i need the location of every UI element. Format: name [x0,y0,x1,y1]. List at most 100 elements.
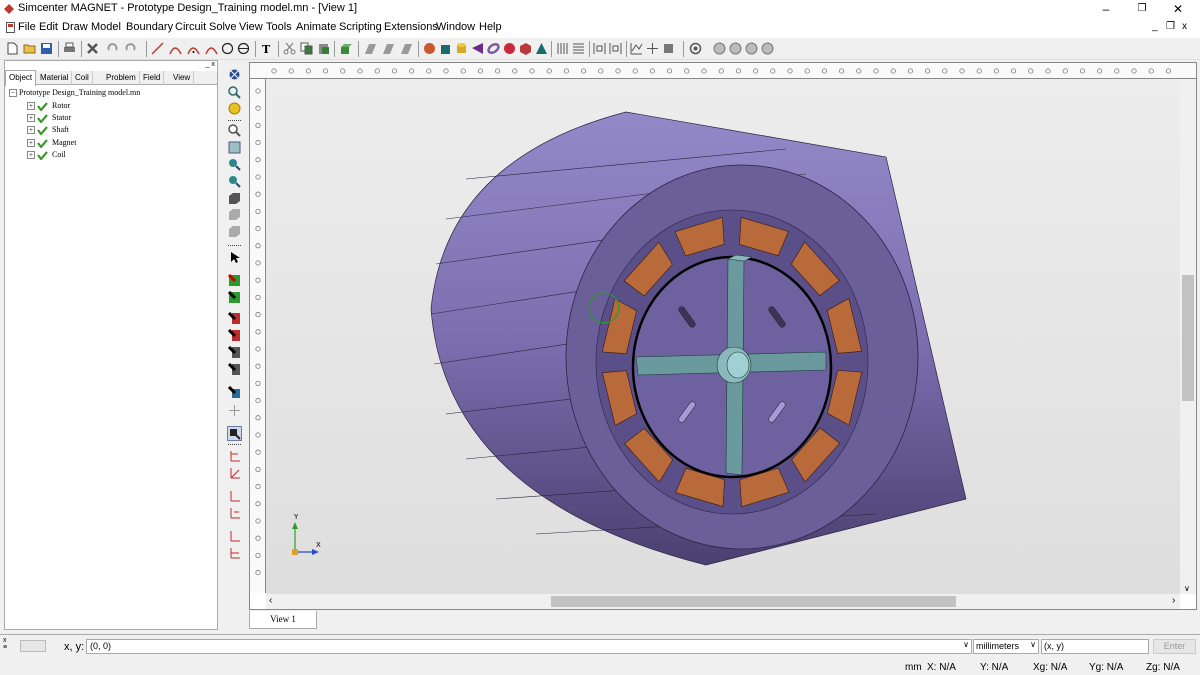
sphere-icon[interactable] [423,42,436,55]
solve-harmonic-icon[interactable] [729,42,742,55]
open-folder-icon[interactable] [23,42,36,55]
axis-reset-icon[interactable] [228,529,241,542]
select-pointer-icon[interactable] [228,251,241,264]
text-tool-icon[interactable]: T [260,42,273,55]
menu-help[interactable]: Help [479,21,502,33]
tab-problem[interactable]: Problem [103,71,140,85]
print-icon[interactable] [63,42,76,55]
zoom-extents-icon[interactable] [228,141,241,154]
scroll-down-icon[interactable]: ∨ [1184,584,1190,593]
draw-arc-icon[interactable] [169,42,182,55]
select-vertex-icon[interactable] [228,346,241,359]
coordinate-dropdown-icon[interactable]: ∨ [963,640,969,649]
menu-window[interactable]: Window [436,21,475,33]
enter-button[interactable]: Enter [1153,639,1196,654]
split-icon[interactable] [646,42,659,55]
expand-icon[interactable]: + [27,139,35,148]
coordinate-format-field[interactable]: (x, y) [1041,639,1149,654]
cube-icon[interactable] [439,42,452,55]
scroll-right-icon[interactable]: › [1172,595,1175,606]
select-body-icon[interactable] [228,291,241,304]
motor-model[interactable]: Y X [266,79,1180,594]
array-icon[interactable] [556,42,569,55]
list-icon[interactable] [572,42,585,55]
torus-icon[interactable] [487,42,500,55]
menu-extensions[interactable]: Extensions [384,21,438,33]
tree-item-magnet[interactable]: + Magnet [27,138,76,150]
view-front-icon[interactable] [228,208,241,221]
new-file-icon[interactable] [6,42,19,55]
undo-icon[interactable] [106,42,119,55]
axis-offset-icon[interactable] [228,506,241,519]
select-face-icon[interactable] [228,312,241,325]
draw-line-icon[interactable] [151,42,164,55]
close-button[interactable]: ✕ [1160,0,1196,18]
select-component-icon[interactable] [228,274,241,287]
select-edge-icon[interactable] [228,329,241,342]
settings-icon[interactable] [689,42,702,55]
minimize-button[interactable]: – [1088,0,1124,18]
view-box-icon[interactable] [228,192,241,205]
draw-circle-2pt-icon[interactable] [237,42,250,55]
mode-toggle-icon[interactable] [20,640,46,652]
helical-sweep-icon[interactable] [400,42,413,55]
menu-solve[interactable]: Solve [209,21,237,33]
scroll-left-icon[interactable]: ‹ [269,595,272,606]
expand-icon[interactable]: + [27,126,35,135]
cut-icon[interactable] [283,42,296,55]
expand-icon[interactable]: + [27,102,35,111]
select-region-icon[interactable] [228,363,241,376]
mdi-restore-button[interactable]: ❐ [1166,21,1175,32]
menu-tools[interactable]: Tools [266,21,292,33]
copy-icon[interactable] [300,42,313,55]
menu-model[interactable]: Model [91,21,121,33]
menu-animate[interactable]: Animate [296,21,336,33]
pyramid-icon[interactable] [535,42,548,55]
model-canvas[interactable]: Y X [266,79,1180,594]
rotate-sweep-icon[interactable] [382,42,395,55]
mdi-minimize-button[interactable]: _ [1152,21,1158,32]
tab-material[interactable]: Material [37,71,73,85]
menu-boundary[interactable]: Boundary [126,21,173,33]
vertical-scroll-thumb[interactable] [1182,275,1194,401]
view-tab[interactable]: View 1 [249,611,317,629]
coordinate-input[interactable]: (0, 0) ∨ [86,639,972,654]
snap-point-icon[interactable] [228,404,241,417]
menu-circuit[interactable]: Circuit [175,21,206,33]
tab-field[interactable]: Field [140,71,165,85]
tab-view[interactable]: View [170,71,195,85]
tab-coil[interactable]: Coil [72,71,93,85]
select-coil-icon[interactable] [228,386,241,399]
axis-move-icon[interactable] [228,449,241,462]
menu-file[interactable]: File [18,21,36,33]
units-dropdown-icon[interactable]: ∨ [1030,640,1036,649]
prism-icon[interactable] [503,42,516,55]
expand-icon[interactable]: + [27,151,35,160]
polyhedron-icon[interactable] [519,42,532,55]
tree-item-coil[interactable]: + Coil [27,150,66,162]
tab-object[interactable]: Object [5,70,37,86]
draw-circle-icon[interactable] [221,42,234,55]
graph-icon[interactable] [630,42,643,55]
panel-close-icon[interactable]: _ x [195,61,217,70]
vertical-scrollbar[interactable]: ∨ [1180,79,1196,594]
view-pan-icon[interactable] [228,86,241,99]
axis-rotate-icon[interactable] [228,466,241,479]
tree-item-stator[interactable]: + Stator [27,113,71,125]
mdi-close-button[interactable]: x [1182,21,1187,32]
expand-icon[interactable]: + [27,114,35,123]
draw-arc-center-icon[interactable] [187,42,200,55]
command-bar-close-icon[interactable]: x ≡ [3,637,7,651]
zoom-icon[interactable] [228,124,241,137]
distribute-icon[interactable] [609,42,622,55]
sweep-icon[interactable] [364,42,377,55]
draw-arc-3pt-icon[interactable] [205,42,218,55]
solve-transient-icon[interactable] [745,42,758,55]
axis-align-icon[interactable] [228,489,241,502]
paste-icon[interactable] [317,42,330,55]
units-select[interactable]: millimeters ∨ [973,639,1039,654]
tree-item-shaft[interactable]: + Shaft [27,125,69,137]
tree-item-rotor[interactable]: + Rotor [27,101,70,113]
zoom-in-icon[interactable] [228,158,241,171]
view-side-icon[interactable] [228,225,241,238]
